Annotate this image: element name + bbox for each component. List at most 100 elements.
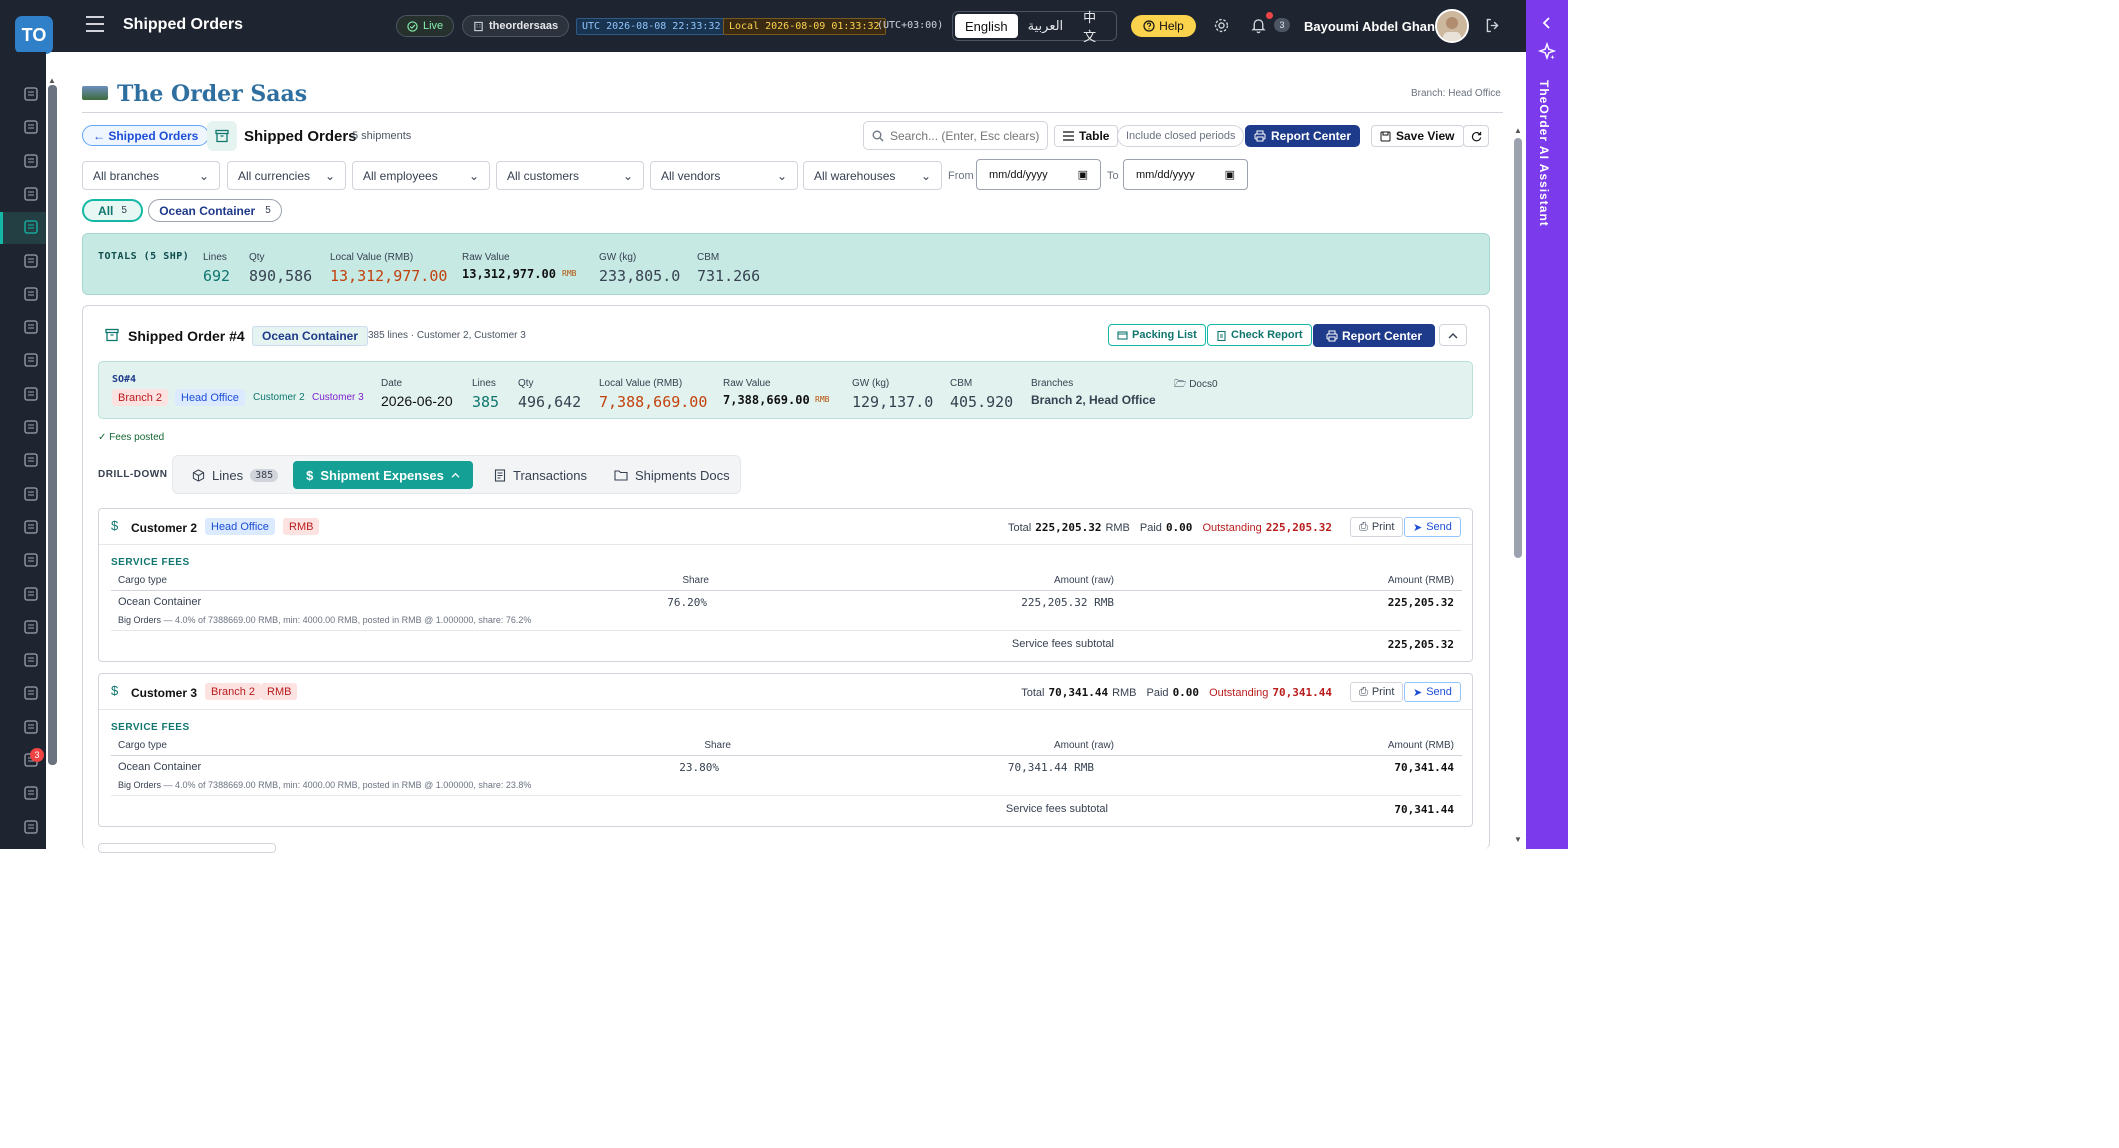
team-icon[interactable]	[23, 785, 41, 803]
chip-all[interactable]: All 5	[82, 199, 143, 222]
send-button[interactable]: ➤ Send	[1404, 682, 1461, 702]
tab-transactions[interactable]: Transactions	[484, 461, 597, 489]
totals-cbm-label: CBM	[697, 252, 720, 263]
scroll-up-arrow-icon[interactable]: ▲	[48, 76, 56, 85]
tab-shipment-expenses[interactable]: $ Shipment Expenses	[293, 461, 473, 489]
users-icon[interactable]	[23, 319, 41, 337]
layers-icon[interactable]	[23, 286, 41, 304]
main-scrollbar[interactable]	[1514, 138, 1522, 558]
accessibility-icon[interactable]	[23, 386, 41, 404]
to-date-input[interactable]: mm/dd/yyyy ▣	[1123, 159, 1248, 190]
invoice-icon[interactable]	[23, 452, 41, 470]
employees-filter[interactable]: All employees ⌄	[352, 161, 490, 190]
raw-value: 7,388,669.00	[723, 393, 810, 407]
from-date-input[interactable]: mm/dd/yyyy ▣	[976, 159, 1101, 190]
collapse-button[interactable]	[1439, 324, 1467, 346]
language-switcher: English العربية 中文	[952, 10, 1117, 44]
totals-lines-value: 692	[203, 267, 231, 285]
from-label: From	[948, 170, 974, 182]
tab-shipments-docs[interactable]: Shipments Docs	[604, 461, 740, 489]
branches-filter[interactable]: All branches ⌄	[82, 161, 220, 190]
print-button[interactable]: ⎙ Print	[1350, 517, 1404, 537]
order-title: Shipped Order #4	[128, 328, 245, 344]
check-report-button[interactable]: Check Report	[1207, 324, 1312, 346]
vendors-filter-value: All vendors	[661, 168, 721, 183]
paid-value: 0.00	[1172, 686, 1200, 699]
cart-icon[interactable]	[23, 153, 41, 171]
lang-chinese[interactable]: 中文	[1073, 10, 1114, 44]
box-icon[interactable]	[23, 253, 41, 271]
tenant-badge[interactable]: theordersaas	[462, 15, 570, 37]
packing-list-button[interactable]: Packing List	[1108, 324, 1206, 346]
wallet-icon[interactable]	[23, 486, 41, 504]
timezone-label: (UTC+03:00)	[877, 20, 944, 31]
finance-icon[interactable]	[23, 685, 41, 703]
main-scroll-down-icon[interactable]: ▼	[1514, 835, 1522, 844]
chip-ocean-container[interactable]: Ocean Container 5	[148, 199, 282, 222]
include-closed-periods-toggle[interactable]: Include closed periods	[1117, 125, 1245, 147]
raw-currency: RMB	[815, 395, 830, 404]
logout-icon[interactable]	[1484, 17, 1501, 34]
id-card-icon[interactable]	[23, 352, 41, 370]
chevron-down-icon: ⌄	[920, 168, 931, 183]
gw-value: 129,137.0	[852, 393, 934, 411]
app-logo[interactable]: TO	[15, 16, 53, 54]
user-name[interactable]: Bayoumi Abdel Ghani	[1304, 19, 1439, 34]
vendors-filter[interactable]: All vendors ⌄	[650, 161, 798, 190]
dollar-icon[interactable]	[23, 619, 41, 637]
printer-icon: ⎙	[1359, 685, 1368, 698]
table-view-button[interactable]: Table	[1054, 125, 1119, 147]
report-center-button[interactable]: Report Center	[1245, 125, 1361, 147]
docs-link[interactable]: 🗁 Docs0	[1174, 377, 1218, 394]
cell-amount-raw: 70,341.44 RMB	[1007, 761, 1094, 774]
refresh-button[interactable]	[1463, 125, 1489, 147]
menu-toggle-icon[interactable]	[86, 16, 104, 32]
chevron-up-icon	[451, 472, 460, 478]
gear-icon[interactable]	[1213, 17, 1230, 34]
calendar-icon[interactable]: ▣	[1225, 168, 1235, 181]
back-button[interactable]: ← Shipped Orders	[82, 125, 210, 146]
collapse-chevron-icon[interactable]	[1541, 16, 1553, 30]
calendar-icon[interactable]: ▣	[1078, 168, 1088, 181]
fee-note: Big Orders — 4.0% of 7388669.00 RMB, min…	[118, 615, 531, 625]
save-view-button[interactable]: Save View	[1371, 125, 1464, 147]
totals-gw-value: 233,805.0	[599, 267, 681, 285]
send-button[interactable]: ➤ Send	[1404, 517, 1461, 537]
inbox-icon[interactable]	[23, 719, 41, 737]
calendar-icon[interactable]	[23, 819, 41, 837]
outstanding-value: 70,341.44	[1272, 686, 1332, 699]
help-button[interactable]: Help	[1131, 15, 1196, 37]
archive-icon[interactable]	[23, 219, 41, 237]
car-icon[interactable]	[23, 419, 41, 437]
lang-english[interactable]: English	[955, 14, 1018, 38]
search-input[interactable]	[890, 128, 1040, 143]
bank-icon[interactable]	[23, 519, 41, 537]
chart-icon[interactable]	[23, 652, 41, 670]
sidebar-scrollbar[interactable]	[48, 85, 57, 765]
main-scroll-up-icon[interactable]: ▲	[1514, 126, 1522, 135]
book-icon[interactable]	[23, 586, 41, 604]
document-icon[interactable]	[23, 552, 41, 570]
order-report-center-label: Report Center	[1342, 328, 1423, 343]
tag-customer-2: Customer 2	[253, 392, 305, 403]
lines-label: Lines	[472, 378, 496, 389]
tab-lines[interactable]: Lines 385	[182, 461, 288, 489]
lang-arabic[interactable]: العربية	[1018, 14, 1074, 38]
next-card-edge	[98, 843, 276, 853]
warehouses-filter[interactable]: All warehouses ⌄	[803, 161, 942, 190]
checklist-icon[interactable]	[23, 186, 41, 204]
folder-icon: 🗁	[1174, 379, 1187, 390]
dashboard-icon[interactable]	[23, 86, 41, 104]
customers-filter[interactable]: All customers ⌄	[496, 161, 644, 190]
order-report-center-button[interactable]: Report Center	[1313, 324, 1436, 347]
total-label: Total	[1007, 522, 1032, 534]
chevron-down-icon: ⌄	[468, 168, 479, 183]
print-button[interactable]: ⎙ Print	[1350, 682, 1404, 702]
bell-icon[interactable]	[1250, 16, 1267, 34]
expense-card: $ Customer 3 Branch 2 RMB Total 70,341.4…	[98, 673, 1473, 827]
avatar[interactable]	[1435, 9, 1469, 43]
currencies-filter[interactable]: All currencies ⌄	[227, 161, 346, 190]
clipboard-icon[interactable]	[23, 119, 41, 137]
user-photo-icon	[1437, 11, 1467, 41]
total-value: 70,341.44	[1048, 686, 1109, 699]
